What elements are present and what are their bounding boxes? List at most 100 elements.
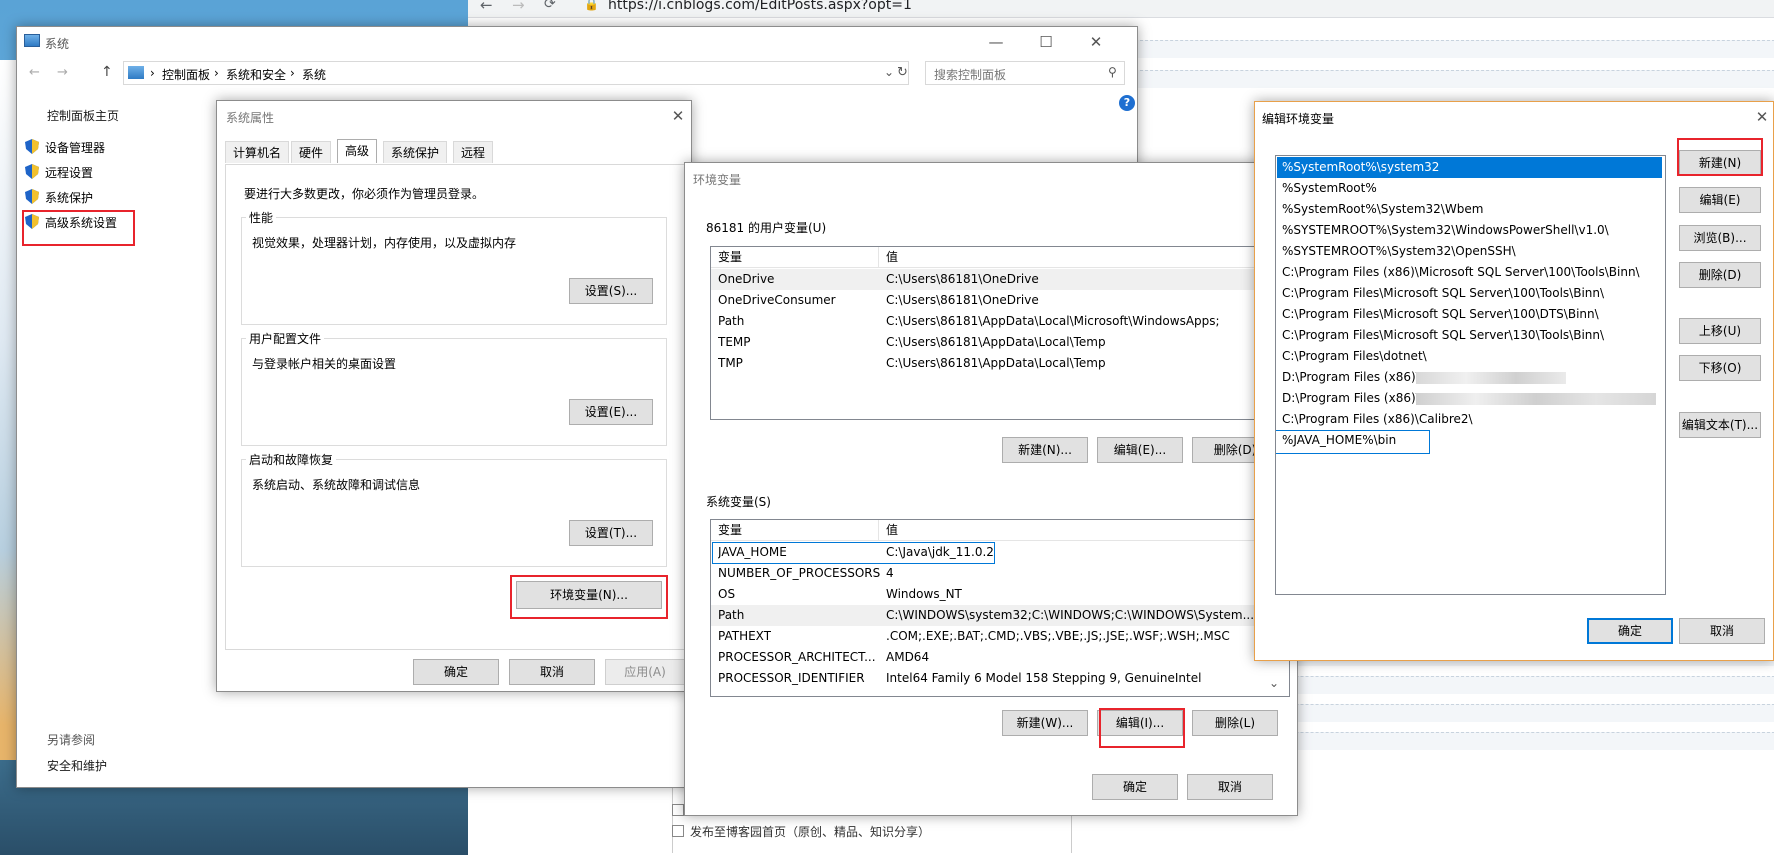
- scroll-down-icon[interactable]: ⌄: [1269, 676, 1279, 690]
- system-new-button[interactable]: 新建(W)...: [1002, 710, 1088, 736]
- delete-entry-button[interactable]: 删除(D): [1679, 262, 1761, 288]
- security-maintenance-link[interactable]: 安全和维护: [47, 757, 107, 774]
- table-row[interactable]: TMP C:\Users\86181\AppData\Local\Temp: [711, 353, 1289, 374]
- forward-arrow-icon[interactable]: →: [512, 0, 525, 14]
- publish-checkbox[interactable]: [672, 825, 684, 837]
- user-variables-list[interactable]: 变量 值 OneDrive C:\Users\86181\OneDrive One…: [710, 246, 1290, 420]
- path-entries-list[interactable]: %SystemRoot%\system32 %SystemRoot% %Syst…: [1275, 155, 1666, 595]
- chevron-down-icon[interactable]: ⌄: [884, 65, 894, 79]
- reload-icon[interactable]: ⟳: [544, 0, 556, 12]
- list-item[interactable]: C:\Program Files\dotnet\: [1276, 346, 1665, 367]
- tab-panel: 要进行大多数更改，你必须作为管理员登录。 性能 视觉效果，处理器计划，内存使用，…: [225, 164, 685, 650]
- column-header-value[interactable]: 值: [886, 247, 898, 268]
- table-row[interactable]: PROCESSOR_ARCHITECT... AMD64: [711, 647, 1289, 668]
- list-item[interactable]: C:\Program Files\Microsoft SQL Server\10…: [1276, 283, 1665, 304]
- ok-button[interactable]: 确定: [413, 659, 499, 685]
- browse-button[interactable]: 浏览(B)...: [1679, 225, 1761, 251]
- search-icon[interactable]: ⚲: [1108, 65, 1117, 79]
- see-also-heading: 另请参阅: [47, 733, 96, 747]
- env-ok-button[interactable]: 确定: [1092, 774, 1178, 800]
- close-icon[interactable]: ✕: [669, 107, 687, 125]
- var-value: Intel64 Family 6 Model 158 Stepping 9, G…: [886, 671, 1202, 685]
- minimize-icon[interactable]: —: [987, 33, 1005, 51]
- cancel-button[interactable]: 取消: [509, 659, 595, 685]
- var-value: AMD64: [886, 650, 930, 664]
- nav-item-remote-settings[interactable]: 远程设置: [45, 164, 93, 181]
- env-cancel-button[interactable]: 取消: [1187, 774, 1273, 800]
- var-value: C:\Users\86181\AppData\Local\Microsoft\W…: [886, 314, 1220, 328]
- table-row[interactable]: OS Windows_NT: [711, 584, 1289, 605]
- list-item[interactable]: %SystemRoot%\System32\Wbem: [1276, 199, 1665, 220]
- address-bar[interactable]: https://i.cnblogs.com/EditPosts.aspx?opt…: [608, 0, 912, 13]
- maximize-icon[interactable]: ☐: [1037, 33, 1055, 51]
- close-icon[interactable]: ✕: [1753, 108, 1771, 126]
- nav-item-device-manager[interactable]: 设备管理器: [45, 139, 105, 156]
- edit-entry-button[interactable]: 编辑(E): [1679, 187, 1761, 213]
- list-item[interactable]: %SystemRoot%: [1276, 178, 1665, 199]
- table-row[interactable]: JAVA_HOME C:\Java\jdk_11.0.2: [711, 542, 1289, 564]
- dialog-title: 环境变量: [693, 173, 742, 187]
- search-box[interactable]: 搜索控制面板 ⚲: [925, 61, 1125, 85]
- var-name: Path: [718, 608, 745, 622]
- system-delete-button[interactable]: 删除(L): [1192, 710, 1278, 736]
- refresh-icon[interactable]: ↻: [897, 65, 908, 80]
- column-header-variable[interactable]: 变量: [718, 247, 742, 268]
- edit-cancel-button[interactable]: 取消: [1679, 618, 1765, 644]
- table-row[interactable]: OneDriveConsumer C:\Users\86181\OneDrive: [711, 290, 1289, 311]
- checkbox[interactable]: [672, 804, 684, 816]
- edit-ok-button[interactable]: 确定: [1587, 618, 1673, 644]
- column-header-variable[interactable]: 变量: [718, 520, 742, 541]
- var-value: C:\WINDOWS\system32;C:\WINDOWS;C:\WINDOW…: [886, 608, 1255, 622]
- list-item[interactable]: C:\Program Files\Microsoft SQL Server\13…: [1276, 325, 1665, 346]
- user-new-button[interactable]: 新建(N)...: [1002, 437, 1088, 463]
- move-up-button[interactable]: 上移(U): [1679, 318, 1761, 344]
- help-icon[interactable]: ?: [1119, 95, 1135, 111]
- search-input[interactable]: 搜索控制面板: [934, 66, 1006, 83]
- close-icon[interactable]: ✕: [1087, 33, 1105, 51]
- list-item[interactable]: C:\Program Files (x86)\Microsoft SQL Ser…: [1276, 262, 1665, 283]
- forward-icon[interactable]: →: [57, 65, 68, 80]
- tab-hardware[interactable]: 硬件: [291, 141, 332, 163]
- startup-settings-button[interactable]: 设置(T)...: [569, 520, 653, 546]
- list-item[interactable]: D:\Program Files (x86)\: [1276, 367, 1665, 388]
- user-edit-button[interactable]: 编辑(E)...: [1097, 437, 1183, 463]
- list-item[interactable]: %SystemRoot%\system32: [1277, 157, 1662, 178]
- table-row[interactable]: TEMP C:\Users\86181\AppData\Local\Temp: [711, 332, 1289, 353]
- list-item[interactable]: %JAVA_HOME%\bin: [1276, 430, 1665, 454]
- column-header-value[interactable]: 值: [886, 520, 898, 541]
- list-item[interactable]: C:\Program Files (x86)\Calibre2\: [1276, 409, 1665, 430]
- performance-settings-button[interactable]: 设置(S)...: [569, 278, 653, 304]
- tab-remote[interactable]: 远程: [453, 141, 494, 163]
- table-row[interactable]: PROCESSOR_IDENTIFIER Intel64 Family 6 Mod…: [711, 668, 1289, 689]
- list-item[interactable]: C:\Program Files\Microsoft SQL Server\10…: [1276, 304, 1665, 325]
- tab-computer-name[interactable]: 计算机名: [225, 141, 290, 163]
- nav-item-system-protection[interactable]: 系统保护: [45, 189, 93, 206]
- breadcrumb-item[interactable]: 系统: [302, 66, 326, 83]
- table-row[interactable]: OneDrive C:\Users\86181\OneDrive: [711, 269, 1289, 290]
- startup-recovery-group: 启动和故障恢复 系统启动、系统故障和调试信息 设置(T)...: [241, 451, 667, 567]
- up-icon[interactable]: ↑: [101, 64, 113, 80]
- back-arrow-icon[interactable]: ←: [480, 0, 493, 14]
- highlight-box: [510, 575, 668, 619]
- breadcrumb-item[interactable]: 控制面板: [162, 66, 210, 83]
- apply-button[interactable]: 应用(A): [605, 659, 685, 685]
- profile-settings-button[interactable]: 设置(E)...: [569, 399, 653, 425]
- table-row[interactable]: Path C:\Users\86181\AppData\Local\Microso…: [711, 311, 1289, 332]
- move-down-button[interactable]: 下移(O): [1679, 355, 1761, 381]
- breadcrumb-item[interactable]: 系统和安全: [226, 66, 286, 83]
- back-icon[interactable]: ←: [29, 65, 40, 80]
- tab-advanced[interactable]: 高级: [337, 139, 378, 163]
- breadcrumb[interactable]: › 控制面板 › 系统和安全 › 系统 ⌄: [123, 61, 909, 85]
- system-variables-list[interactable]: 变量 值 JAVA_HOME C:\Java\jdk_11.0.2 NUMBER_…: [710, 519, 1290, 697]
- table-row[interactable]: NUMBER_OF_PROCESSORS 4: [711, 563, 1289, 584]
- list-item[interactable]: D:\Program Files (x86)\: [1276, 388, 1665, 409]
- table-row[interactable]: Path C:\WINDOWS\system32;C:\WINDOWS;C:\WI…: [711, 605, 1289, 626]
- table-row[interactable]: PATHEXT .COM;.EXE;.BAT;.CMD;.VBS;.VBE;.JS…: [711, 626, 1289, 647]
- edit-text-button[interactable]: 编辑文本(T)...: [1679, 412, 1761, 438]
- entry-text: D:\Program Files (x86)\: [1282, 391, 1420, 405]
- control-panel-home-link[interactable]: 控制面板主页: [47, 107, 119, 124]
- list-item[interactable]: %SYSTEMROOT%\System32\WindowsPowerShell\…: [1276, 220, 1665, 241]
- tab-system-protection[interactable]: 系统保护: [383, 141, 448, 163]
- list-item[interactable]: %SYSTEMROOT%\System32\OpenSSH\: [1276, 241, 1665, 262]
- var-name: OS: [718, 587, 736, 601]
